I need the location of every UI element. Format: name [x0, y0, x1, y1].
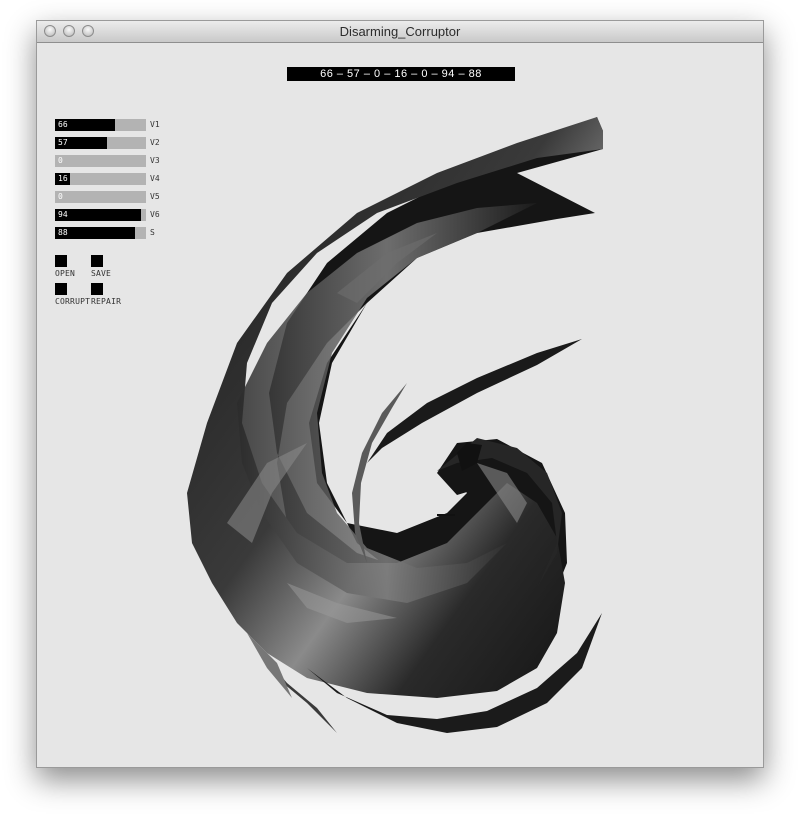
slider-value: 66 — [58, 120, 68, 129]
slider-value: 0 — [58, 156, 63, 165]
repair-button[interactable] — [91, 283, 103, 295]
parameter-readout: 66 – 57 – 0 – 16 – 0 – 94 – 88 — [287, 67, 515, 81]
slider-value: 57 — [58, 138, 68, 147]
slider-track[interactable] — [55, 191, 146, 203]
repair-label: REPAIR — [91, 297, 122, 306]
app-window: Disarming_Corruptor 66 – 57 – 0 – 16 – 0… — [36, 20, 764, 768]
slider-label: V4 — [150, 174, 160, 183]
slider-label: V1 — [150, 120, 160, 129]
open-label: OPEN — [55, 269, 76, 278]
slider-label: V5 — [150, 192, 160, 201]
slider-value: 0 — [58, 192, 63, 201]
slider-label: V3 — [150, 156, 160, 165]
window-title: Disarming_Corruptor — [339, 24, 461, 39]
slider-value: 16 — [58, 174, 68, 183]
save-button[interactable] — [91, 255, 103, 267]
slider-label: S — [150, 228, 155, 237]
corrupt-label: CORRUPT — [55, 297, 91, 306]
save-label: SAVE — [91, 269, 112, 278]
corrupted-mesh-artwork — [187, 117, 603, 733]
slider-label: V2 — [150, 138, 160, 147]
title-bar[interactable]: Disarming_Corruptor — [37, 21, 763, 43]
corrupt-button[interactable] — [55, 283, 67, 295]
open-button[interactable] — [55, 255, 67, 267]
slider-value: 88 — [58, 228, 68, 237]
slider-label: V6 — [150, 210, 160, 219]
slider-value: 94 — [58, 210, 68, 219]
slider-track[interactable] — [55, 155, 146, 167]
sketch-canvas[interactable]: 66 – 57 – 0 – 16 – 0 – 94 – 88 66 V1 57 … — [37, 43, 763, 767]
